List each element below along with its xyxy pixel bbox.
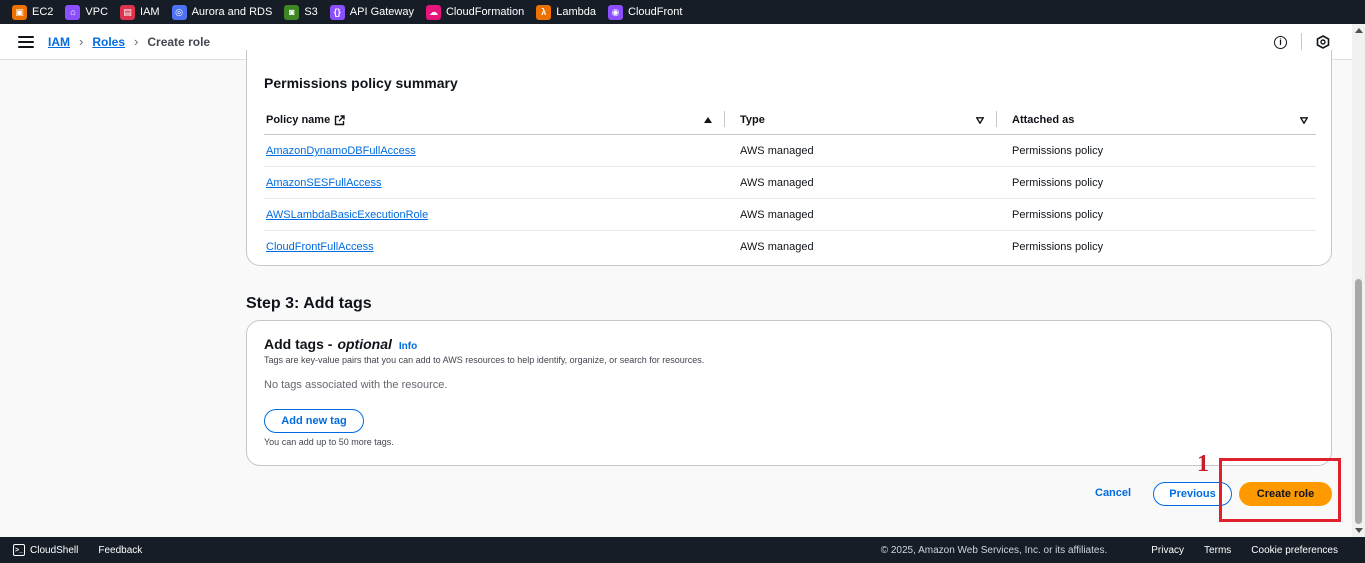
footer-right: © 2025, Amazon Web Services, Inc. or its… [881, 537, 1338, 563]
cloudformation-icon: ☁ [425, 4, 441, 20]
add-tags-title: Add tags - [264, 336, 333, 352]
table-row: AmazonDynamoDBFullAccess AWS managed Per… [264, 135, 1316, 167]
breadcrumb: IAM › Roles › Create role [48, 34, 210, 49]
policy-name-link[interactable]: AWSLambdaBasicExecutionRole [266, 209, 428, 221]
column-label: Attached as [1012, 114, 1075, 126]
cookie-preferences-link[interactable]: Cookie preferences [1251, 545, 1338, 556]
feedback-link[interactable]: Feedback [98, 545, 142, 556]
policy-type: AWS managed [740, 241, 814, 253]
copyright-text: © 2025, Amazon Web Services, Inc. or its… [880, 544, 1108, 556]
favorite-api-gateway[interactable]: {} API Gateway [329, 4, 414, 20]
policy-attached-as: Permissions policy [1012, 241, 1104, 253]
policy-type: AWS managed [740, 145, 814, 157]
permissions-summary-panel: Permissions policy summary Policy name T… [246, 50, 1332, 266]
api-gateway-icon: {} [329, 4, 345, 20]
favorite-label: S3 [304, 6, 318, 18]
favorite-lambda[interactable]: λ Lambda [536, 4, 597, 20]
table-row: AmazonSESFullAccess AWS managed Permissi… [264, 167, 1316, 199]
favorite-iam[interactable]: ▤ IAM [120, 4, 160, 20]
s3-icon: ◙ [284, 4, 300, 20]
favorite-label: Aurora and RDS [191, 6, 273, 18]
policy-attached-as: Permissions policy [1012, 209, 1104, 221]
cancel-button[interactable]: Cancel [1095, 487, 1131, 499]
add-tags-header: Add tags - optional Info [264, 336, 417, 352]
divider [1301, 33, 1302, 51]
table-row: AWSLambdaBasicExecutionRole AWS managed … [264, 199, 1316, 231]
favorite-cloudfront[interactable]: ◉ CloudFront [608, 4, 683, 20]
favorite-label: VPC [85, 6, 109, 18]
sort-ascending-icon[interactable] [704, 106, 712, 134]
cloudshell-label: CloudShell [30, 544, 79, 556]
settings-hexagon-icon[interactable] [1316, 35, 1330, 49]
favorite-label: IAM [140, 6, 160, 18]
vpc-icon: ⌂ [65, 4, 81, 20]
rds-icon: ◎ [171, 4, 187, 20]
policy-name-link[interactable]: CloudFrontFullAccess [266, 241, 374, 253]
column-divider [996, 111, 997, 127]
favorite-cloudformation[interactable]: ☁ CloudFormation [425, 4, 525, 20]
policy-attached-as: Permissions policy [1012, 177, 1104, 189]
iam-icon: ▤ [120, 4, 136, 20]
privacy-link[interactable]: Privacy [1151, 545, 1184, 556]
column-policy-name[interactable]: Policy name [266, 106, 345, 134]
scroll-up-arrow-icon[interactable] [1355, 28, 1363, 33]
favorite-label: CloudFormation [445, 6, 525, 18]
cloudfront-icon: ◉ [608, 4, 624, 20]
external-link-icon [335, 114, 345, 125]
lambda-icon: λ [536, 4, 552, 20]
column-attached-as[interactable]: Attached as [1012, 106, 1074, 134]
no-tags-message: No tags associated with the resource. [264, 379, 448, 391]
policy-attached-as: Permissions policy [1012, 145, 1104, 157]
breadcrumb-current: Create role [147, 34, 211, 49]
favorite-label: Lambda [556, 6, 597, 18]
column-label: Policy name [266, 114, 331, 126]
policy-name-link[interactable]: AmazonSESFullAccess [266, 177, 382, 189]
info-icon[interactable]: i [1274, 35, 1287, 49]
permissions-title: Permissions policy summary [264, 75, 458, 91]
sort-descending-icon[interactable] [976, 106, 984, 134]
scroll-down-arrow-icon[interactable] [1355, 528, 1363, 533]
chevron-right-icon: › [79, 34, 84, 49]
column-label: Type [740, 114, 765, 126]
favorite-label: CloudFront [628, 6, 683, 18]
policy-name-link[interactable]: AmazonDynamoDBFullAccess [266, 145, 416, 157]
tag-limit-hint: You can add up to 50 more tags. [264, 437, 394, 447]
table-header: Policy name Type Attached as [264, 106, 1316, 135]
policy-type: AWS managed [740, 177, 814, 189]
favorites-bar: ▣ EC2 ⌂ VPC ▤ IAM ◎ Aurora and RDS ◙ S3 … [0, 0, 1365, 24]
favorite-rds[interactable]: ◎ Aurora and RDS [171, 4, 273, 20]
scrollbar[interactable] [1352, 24, 1365, 537]
optional-label: optional [337, 336, 392, 352]
favorite-vpc[interactable]: ⌂ VPC [65, 4, 109, 20]
footer-bar: >_ CloudShell Feedback © 2025, Amazon We… [0, 537, 1365, 563]
chevron-right-icon: › [134, 34, 139, 49]
favorite-label: API Gateway [349, 6, 414, 18]
terminal-icon: >_ [13, 544, 25, 556]
terms-link[interactable]: Terms [1204, 545, 1231, 556]
menu-icon[interactable] [18, 35, 34, 48]
table-row: CloudFrontFullAccess AWS managed Permiss… [264, 231, 1316, 263]
annotation-highlight-box [1219, 458, 1341, 522]
policy-type: AWS managed [740, 209, 814, 221]
sort-descending-icon[interactable] [1300, 106, 1308, 134]
annotation-number: 1 [1197, 451, 1209, 477]
favorite-s3[interactable]: ◙ S3 [284, 4, 318, 20]
cloudshell-button[interactable]: >_ CloudShell [13, 544, 78, 556]
column-type[interactable]: Type [740, 106, 765, 134]
favorite-label: EC2 [32, 6, 54, 18]
breadcrumb-iam[interactable]: IAM [48, 35, 70, 49]
step-3-title: Step 3: Add tags [246, 295, 372, 312]
column-divider [724, 111, 725, 127]
add-tags-panel: Add tags - optional Info Tags are key-va… [246, 320, 1332, 466]
info-link[interactable]: Info [399, 341, 417, 352]
add-tags-description: Tags are key-value pairs that you can ad… [264, 355, 705, 365]
add-new-tag-button[interactable]: Add new tag [264, 409, 364, 433]
favorite-ec2[interactable]: ▣ EC2 [12, 4, 54, 20]
ec2-icon: ▣ [12, 4, 27, 20]
scroll-thumb[interactable] [1355, 279, 1362, 524]
breadcrumb-roles[interactable]: Roles [92, 35, 125, 49]
